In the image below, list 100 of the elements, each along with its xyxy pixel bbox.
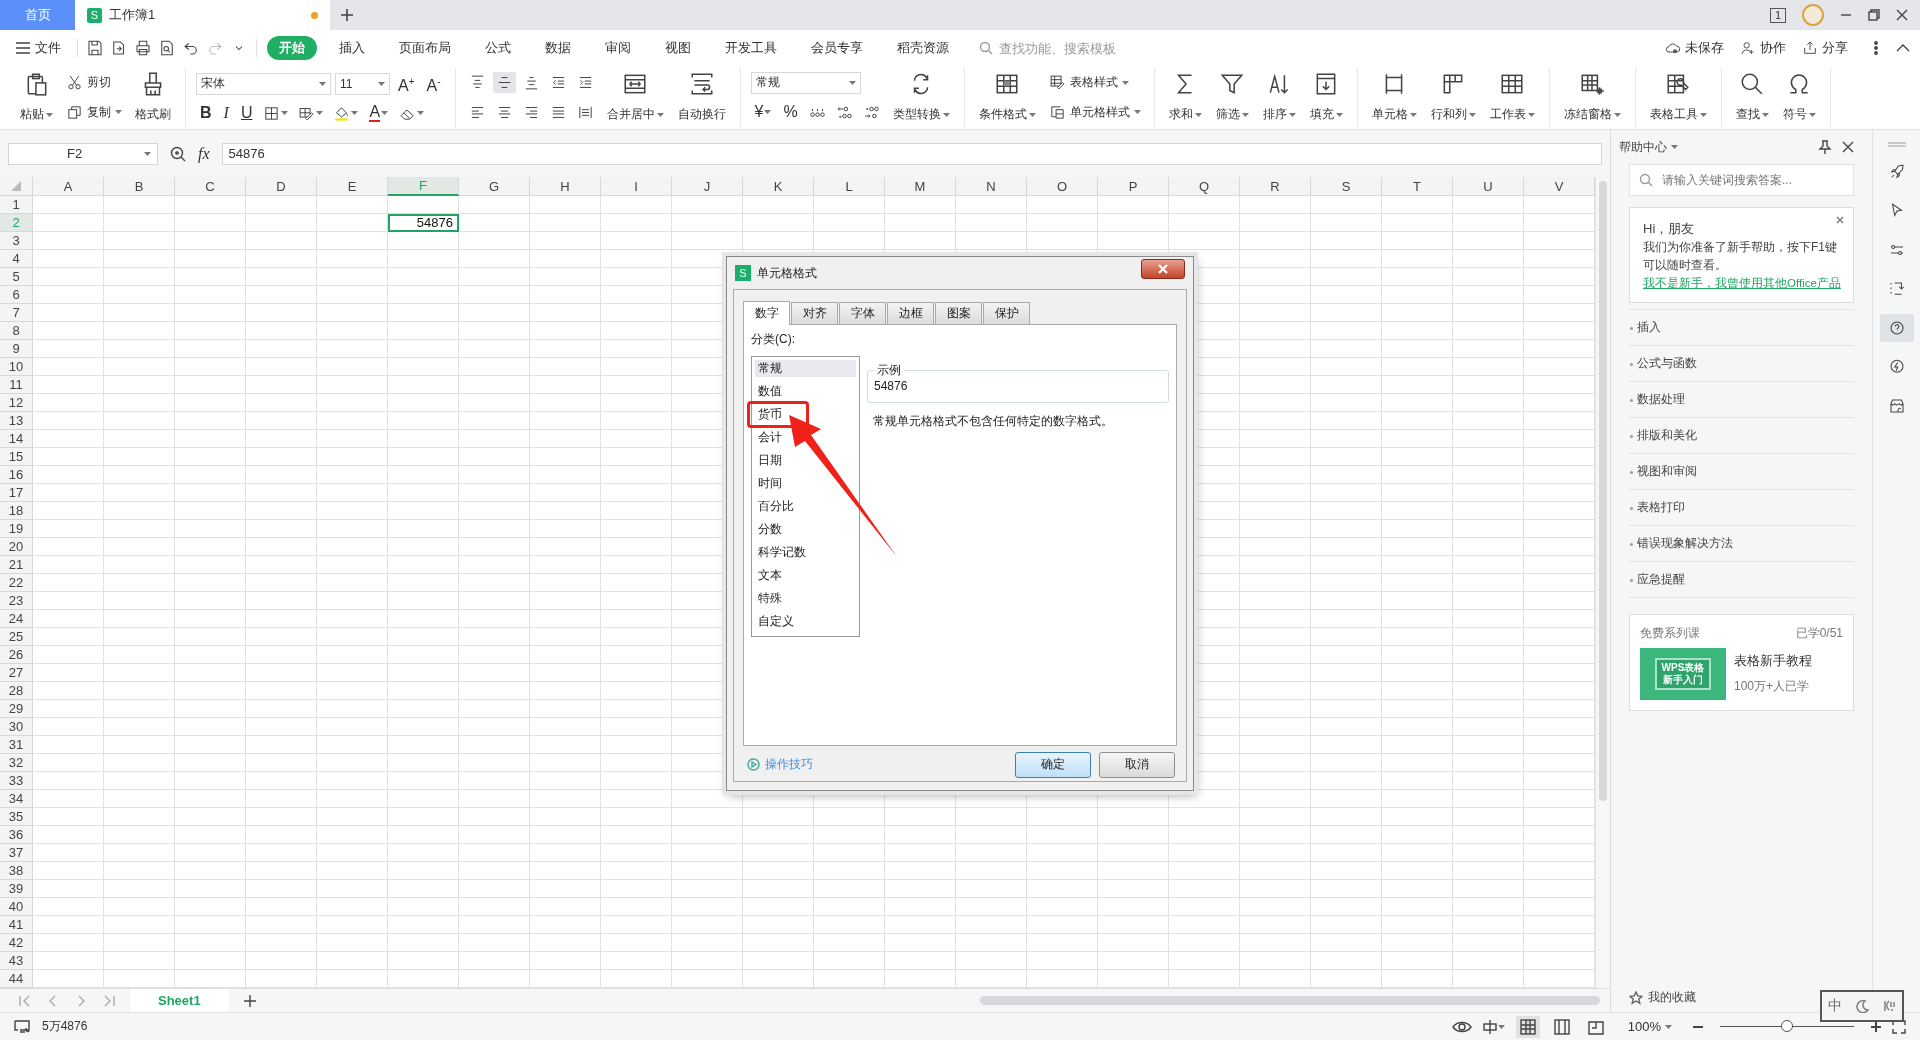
- row-header[interactable]: 4: [0, 250, 33, 268]
- column-header[interactable]: R: [1240, 177, 1311, 196]
- category-item[interactable]: 科学记数: [755, 544, 810, 561]
- filter-button[interactable]: 筛选: [1211, 68, 1253, 127]
- help-topic[interactable]: 视图和审阅: [1629, 454, 1854, 490]
- number-format-dropdown[interactable]: 常规: [750, 71, 861, 94]
- font-grow-button[interactable]: A$^{+}$: [394, 70, 419, 97]
- row-header[interactable]: 40: [0, 898, 33, 916]
- dialog-tab[interactable]: 对齐: [791, 302, 838, 324]
- italic-button[interactable]: I: [219, 102, 233, 125]
- row-header[interactable]: 34: [0, 790, 33, 808]
- row-header[interactable]: 23: [0, 592, 33, 610]
- row-header[interactable]: 1: [0, 196, 33, 214]
- help-topic[interactable]: 数据处理: [1629, 382, 1854, 418]
- search-field[interactable]: 查找功能、搜索模板: [997, 39, 1157, 57]
- column-header[interactable]: A: [33, 177, 104, 196]
- category-item[interactable]: 会计: [755, 429, 786, 446]
- row-header[interactable]: 31: [0, 736, 33, 754]
- ribbon-tab[interactable]: 审阅: [593, 36, 643, 60]
- macro-icon[interactable]: [14, 1018, 32, 1035]
- row-header[interactable]: 35: [0, 808, 33, 826]
- row-header[interactable]: 9: [0, 340, 33, 358]
- dialog-tab[interactable]: 边框: [887, 302, 934, 324]
- category-item[interactable]: 特殊: [755, 590, 786, 607]
- column-header[interactable]: S: [1311, 177, 1382, 196]
- dialog-tab[interactable]: 图案: [935, 302, 982, 324]
- zoom-slider-thumb[interactable]: [1781, 1020, 1793, 1032]
- fill-down-button[interactable]: 填充: [1305, 68, 1347, 127]
- currency-button[interactable]: ¥: [750, 101, 776, 124]
- column-header[interactable]: M: [885, 177, 956, 196]
- help-topic[interactable]: 公式与函数: [1629, 346, 1854, 382]
- moon-icon[interactable]: [1855, 999, 1869, 1013]
- row-header[interactable]: 18: [0, 502, 33, 520]
- row-header[interactable]: 43: [0, 952, 33, 970]
- row-header[interactable]: 16: [0, 466, 33, 484]
- category-list[interactable]: 常规 数值 货币 会计 日期 时间 百分比 分数 科学记数 文本 特殊 自定义: [751, 356, 860, 637]
- column-header[interactable]: B: [104, 177, 175, 196]
- wrap-text-button[interactable]: 自动换行: [673, 68, 730, 127]
- row-header[interactable]: 36: [0, 826, 33, 844]
- row-header[interactable]: 37: [0, 844, 33, 862]
- row-header[interactable]: 28: [0, 682, 33, 700]
- column-header[interactable]: I: [601, 177, 672, 196]
- row-header[interactable]: 27: [0, 664, 33, 682]
- normal-view-button[interactable]: [1515, 1015, 1540, 1038]
- row-header[interactable]: 15: [0, 448, 33, 466]
- help-topic[interactable]: 错误现象解决方法: [1629, 526, 1854, 562]
- conditional-format-button[interactable]: 条件格式: [974, 68, 1040, 127]
- selected-cell[interactable]: 54876: [388, 214, 459, 232]
- search-button[interactable]: 查找: [1731, 68, 1773, 127]
- category-item[interactable]: 常规: [755, 360, 856, 377]
- column-header[interactable]: C: [175, 177, 246, 196]
- row-header[interactable]: 24: [0, 610, 33, 628]
- close-icon[interactable]: [1896, 9, 1908, 21]
- sort-button[interactable]: 排序: [1258, 68, 1300, 127]
- row-header[interactable]: 19: [0, 520, 33, 538]
- help-topic[interactable]: 排版和美化: [1629, 418, 1854, 454]
- window-count-badge[interactable]: 1: [1769, 7, 1786, 23]
- row-header[interactable]: 41: [0, 916, 33, 934]
- paste-button[interactable]: 粘贴: [16, 68, 57, 127]
- row-header[interactable]: 10: [0, 358, 33, 376]
- table-style-button[interactable]: 表格样式: [1045, 72, 1132, 94]
- course-card[interactable]: 免费系列课 已学0/51 WPS表格 新手入门 表格新手教程 100万+人已学: [1629, 614, 1854, 711]
- font-size-dropdown[interactable]: 11: [335, 72, 390, 95]
- row-header[interactable]: 22: [0, 574, 33, 592]
- column-header[interactable]: Q: [1169, 177, 1240, 196]
- row-header[interactable]: 7: [0, 304, 33, 322]
- zoom-in-icon[interactable]: [1870, 1020, 1882, 1033]
- help-topic[interactable]: 表格打印: [1629, 490, 1854, 526]
- brush-button[interactable]: 格式刷: [131, 68, 175, 127]
- ribbon-tab[interactable]: 视图: [653, 36, 703, 60]
- help-topic[interactable]: 插入: [1629, 310, 1854, 346]
- category-item[interactable]: 自定义: [755, 613, 798, 630]
- function-label[interactable]: fx: [198, 144, 210, 163]
- column-header[interactable]: N: [956, 177, 1027, 196]
- table-tools-button[interactable]: 表格工具: [1645, 68, 1711, 127]
- column-header[interactable]: T: [1382, 177, 1453, 196]
- category-item[interactable]: 文本: [755, 567, 786, 584]
- close-icon[interactable]: [1836, 216, 1844, 224]
- row-header[interactable]: 11: [0, 376, 33, 394]
- input-mode[interactable]: 中: [1828, 997, 1843, 1015]
- row-header[interactable]: 3: [0, 232, 33, 250]
- zoom-dropdown[interactable]: 100%: [1627, 1019, 1672, 1034]
- row-header[interactable]: 38: [0, 862, 33, 880]
- ribbon-tab[interactable]: 稻壳资源: [885, 36, 961, 60]
- pin-icon[interactable]: [1818, 140, 1832, 154]
- fullscreen-icon[interactable]: [1892, 1019, 1906, 1034]
- name-box[interactable]: F2: [8, 142, 158, 165]
- save-icon[interactable]: [86, 39, 104, 57]
- row-header[interactable]: 42: [0, 934, 33, 952]
- ribbon-tab[interactable]: 公式: [473, 36, 523, 60]
- row-header[interactable]: 26: [0, 646, 33, 664]
- document-tab[interactable]: S 工作簿1: [75, 0, 330, 30]
- font-name-dropdown[interactable]: 宋体: [196, 72, 331, 95]
- align-middle-button[interactable]: [492, 72, 516, 94]
- convert-arrows-button[interactable]: 类型转换: [888, 68, 954, 127]
- category-item[interactable]: 分数: [755, 521, 786, 538]
- save-status-button[interactable]: 未保存: [1665, 39, 1724, 57]
- category-item[interactable]: 百分比: [755, 498, 798, 515]
- column-header[interactable]: U: [1453, 177, 1524, 196]
- row-header[interactable]: 33: [0, 772, 33, 790]
